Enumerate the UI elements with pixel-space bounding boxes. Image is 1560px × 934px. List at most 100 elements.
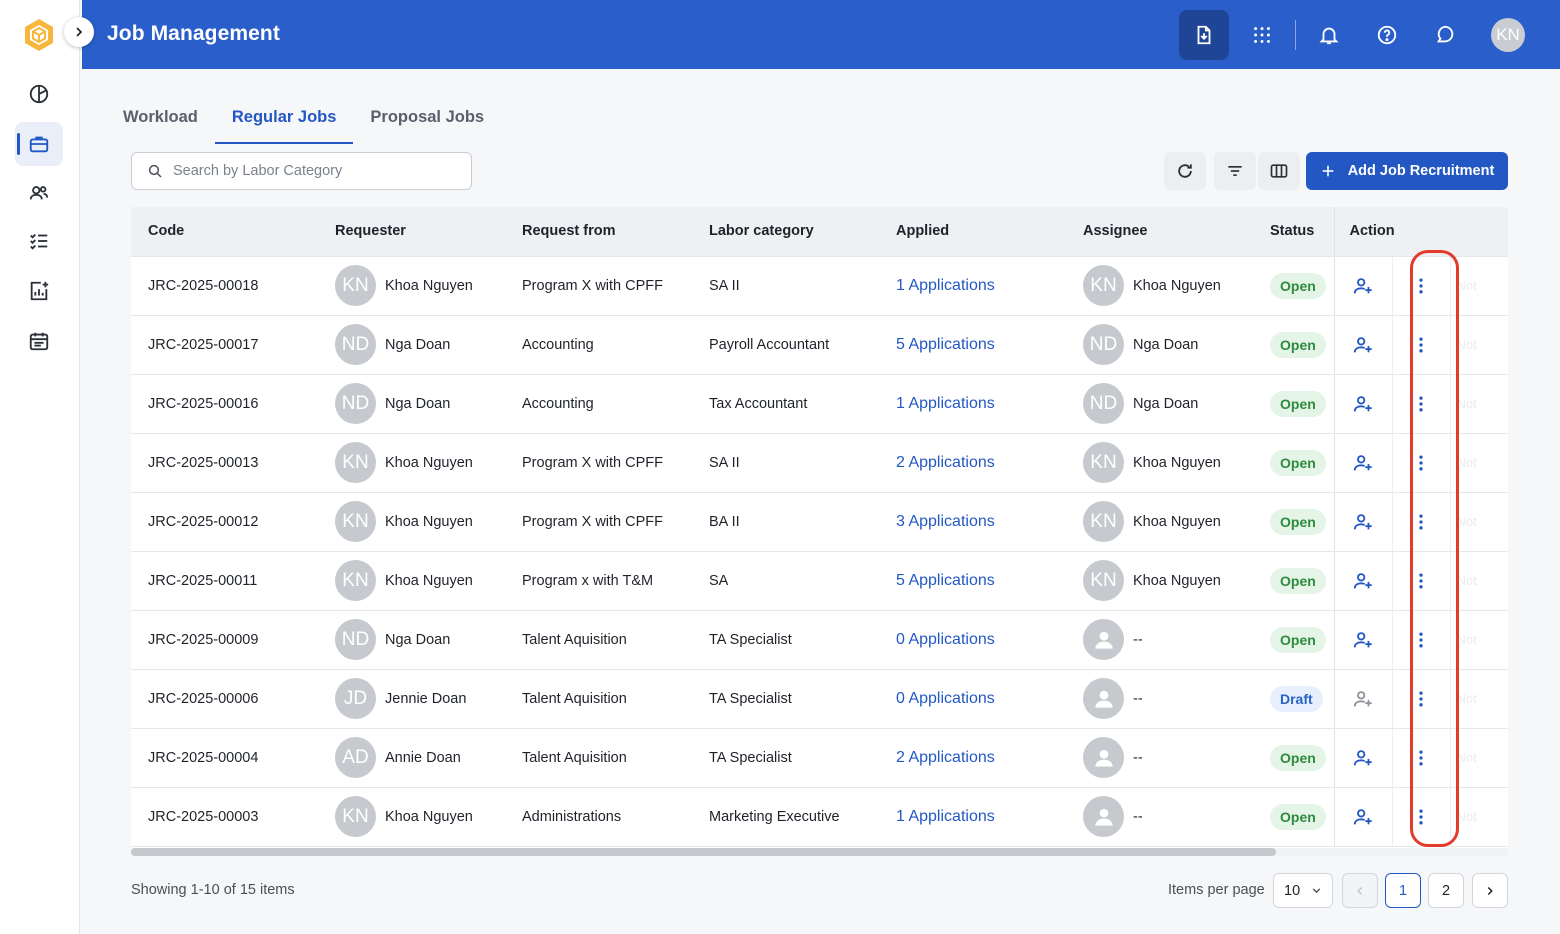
table-row[interactable]: JRC-2025-00013 KN Khoa Nguyen Program X wit… (131, 433, 1508, 493)
more-vertical-icon (1419, 396, 1423, 411)
tab-proposal-jobs[interactable]: Proposal Jobs (353, 98, 501, 144)
more-actions-button[interactable] (1393, 610, 1451, 668)
table-row[interactable]: JRC-2025-00004 AD Annie Doan Talent Aquisit… (131, 728, 1508, 788)
assign-user-button[interactable] (1335, 315, 1393, 373)
refresh-button[interactable] (1164, 152, 1206, 190)
chevron-left-icon (1357, 886, 1363, 895)
horizontal-scrollbar[interactable] (131, 848, 1508, 856)
add-job-recruitment-button[interactable]: Add Job Recruitment (1306, 152, 1508, 190)
filter-button[interactable] (1214, 152, 1256, 190)
overflow-cell-text: Not (1456, 514, 1477, 529)
applied-cell: 0 Applications (879, 669, 1066, 729)
tab-regular-jobs[interactable]: Regular Jobs (214, 98, 354, 144)
app-logo[interactable] (22, 17, 56, 53)
help-icon[interactable] (1362, 10, 1412, 60)
more-actions-button[interactable] (1393, 787, 1451, 845)
more-actions-button[interactable] (1393, 669, 1451, 727)
briefcase-icon[interactable] (15, 122, 63, 166)
column-header-requester[interactable]: Requester (318, 207, 505, 257)
more-actions-button[interactable] (1393, 315, 1451, 373)
assign-user-icon (1353, 690, 1372, 706)
tab-workload[interactable]: Workload (106, 98, 215, 144)
users-icon[interactable] (15, 171, 63, 215)
assignee-name: -- (1133, 808, 1143, 825)
search-box (131, 152, 472, 190)
assign-user-button[interactable] (1335, 610, 1393, 668)
assignee-name: -- (1133, 631, 1143, 648)
calendar-icon[interactable] (15, 319, 63, 363)
job-tabs: Workload Regular Jobs Proposal Jobs (106, 98, 501, 144)
assign-user-button[interactable] (1335, 374, 1393, 432)
checklist-icon[interactable] (15, 219, 63, 263)
assignee-name: Khoa Nguyen (1133, 277, 1221, 294)
assignee-cell: -- (1066, 728, 1253, 788)
applications-link[interactable]: 1 Applications (896, 277, 995, 294)
table-row[interactable]: JRC-2025-00009 ND Nga Doan Talent Aquisitio… (131, 610, 1508, 670)
assign-user-icon (1353, 454, 1372, 470)
next-page-button[interactable] (1472, 873, 1508, 908)
user-avatar[interactable]: KN (1491, 18, 1525, 52)
requester-name: Khoa Nguyen (385, 808, 473, 825)
job-code: JRC-2025-00016 (131, 374, 318, 434)
items-per-page-select[interactable]: 10 (1273, 873, 1333, 908)
applications-link[interactable]: 1 Applications (896, 395, 995, 412)
sidebar-expand-button[interactable] (64, 17, 94, 47)
applications-link[interactable]: 3 Applications (896, 513, 995, 530)
column-header-code[interactable]: Code (131, 207, 318, 257)
status-badge: Open (1270, 744, 1326, 771)
applications-link[interactable]: 0 Applications (896, 631, 995, 648)
applications-link[interactable]: 2 Applications (896, 454, 995, 471)
applications-link[interactable]: 1 Applications (896, 808, 995, 825)
request-from: Talent Aquisition (505, 728, 692, 788)
action-cell: Not (1333, 256, 1508, 316)
table-row[interactable]: JRC-2025-00003 KN Khoa Nguyen Administratio… (131, 787, 1508, 847)
requester-cell: ND Nga Doan (318, 374, 505, 434)
jobs-table-container[interactable]: Code Requester Request from Labor catego… (131, 207, 1508, 856)
download-file-icon[interactable] (1179, 10, 1229, 60)
table-row[interactable]: JRC-2025-00012 KN Khoa Nguyen Program X wit… (131, 492, 1508, 552)
more-actions-button[interactable] (1393, 256, 1451, 314)
assign-user-button[interactable] (1335, 728, 1393, 786)
app-header: Job Management KN (82, 0, 1560, 69)
bell-icon[interactable] (1304, 10, 1354, 60)
assign-user-button[interactable] (1335, 669, 1393, 727)
action-cell: Not (1333, 315, 1508, 375)
apps-grid-icon[interactable] (1237, 10, 1287, 60)
scrollbar-thumb[interactable] (131, 848, 1276, 856)
table-row[interactable]: JRC-2025-00011 KN Khoa Nguyen Program x wit… (131, 551, 1508, 611)
column-header-labor-category[interactable]: Labor category (692, 207, 879, 257)
column-header-assignee[interactable]: Assignee (1066, 207, 1253, 257)
page-2-button[interactable]: 2 (1428, 873, 1464, 908)
assign-user-button[interactable] (1335, 787, 1393, 845)
assign-user-button[interactable] (1335, 433, 1393, 491)
assign-user-button[interactable] (1335, 492, 1393, 550)
applications-link[interactable]: 5 Applications (896, 572, 995, 589)
assign-user-button[interactable] (1335, 256, 1393, 314)
items-per-page-value: 10 (1284, 882, 1301, 899)
table-row[interactable]: JRC-2025-00016 ND Nga Doan Accounting Tax Ac… (131, 374, 1508, 434)
chat-icon[interactable] (1420, 10, 1470, 60)
column-header-request-from[interactable]: Request from (505, 207, 692, 257)
applications-link[interactable]: 5 Applications (896, 336, 995, 353)
table-row[interactable]: JRC-2025-00006 JD Jennie Doan Talent Aquisi… (131, 669, 1508, 729)
more-actions-button[interactable] (1393, 492, 1451, 550)
applications-link[interactable]: 2 Applications (896, 749, 995, 766)
column-header-applied[interactable]: Applied (879, 207, 1066, 257)
table-row[interactable]: JRC-2025-00018 KN Khoa Nguyen Program X wit… (131, 256, 1508, 316)
assign-user-button[interactable] (1335, 551, 1393, 609)
applications-link[interactable]: 0 Applications (896, 690, 995, 707)
search-input[interactable] (173, 163, 453, 179)
more-actions-button[interactable] (1393, 374, 1451, 432)
sidebar (0, 0, 80, 934)
dashboard-icon[interactable] (15, 72, 63, 116)
more-actions-button[interactable] (1393, 551, 1451, 609)
column-header-status[interactable]: Status (1253, 207, 1334, 257)
more-actions-button[interactable] (1393, 433, 1451, 491)
table-row[interactable]: JRC-2025-00017 ND Nga Doan Accounting Payrol… (131, 315, 1508, 375)
status-cell: Open (1253, 551, 1334, 611)
page-1-button[interactable]: 1 (1385, 873, 1421, 908)
report-add-icon[interactable] (15, 269, 63, 313)
columns-button[interactable] (1258, 152, 1300, 190)
more-actions-button[interactable] (1393, 728, 1451, 786)
prev-page-button[interactable] (1342, 873, 1378, 908)
